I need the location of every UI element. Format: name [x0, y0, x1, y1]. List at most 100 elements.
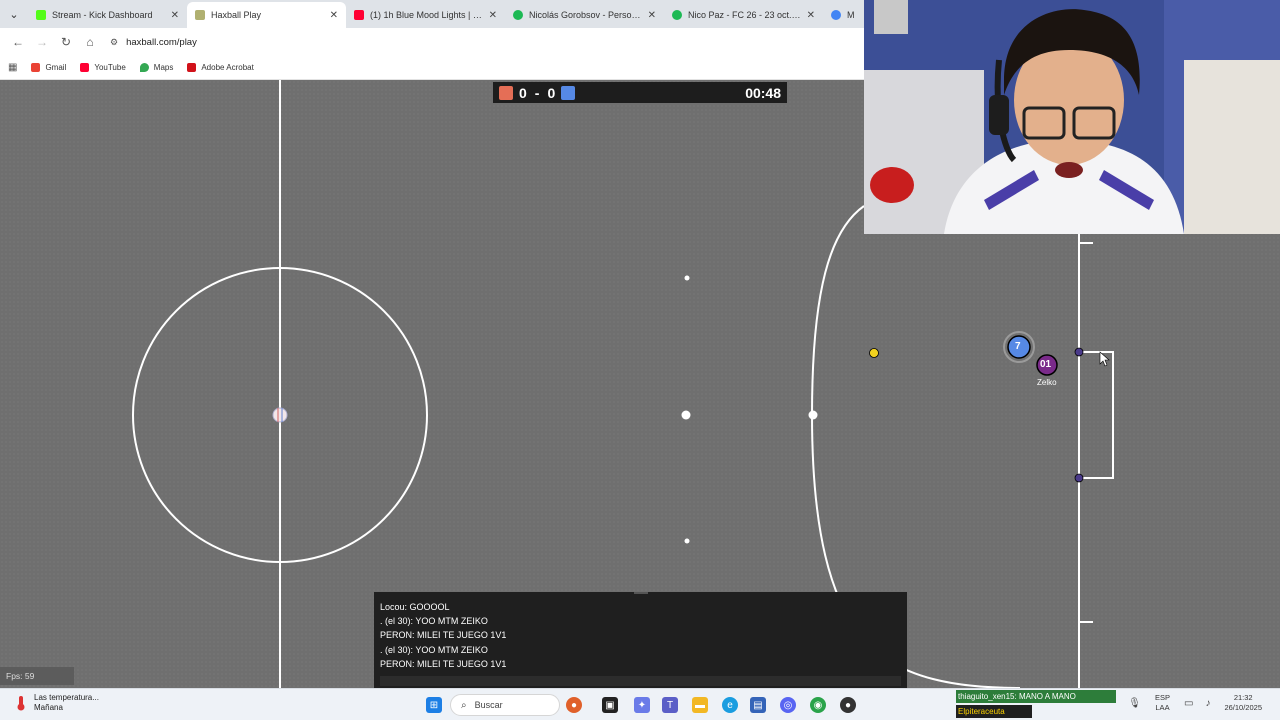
system-tray: 🎙 ESP LAA ▭ ♪ 21:32 26/10/2025	[1122, 693, 1270, 713]
browser-tab-1[interactable]: Haxball Play ✕	[187, 2, 346, 28]
weather-line-2: Mañana	[34, 703, 63, 712]
clock-time: 21:32	[1233, 693, 1253, 702]
language-indicator[interactable]: ESP LAA	[1155, 693, 1170, 713]
field-dot	[684, 275, 690, 281]
apps-grid-icon[interactable]: ▦	[8, 62, 17, 73]
home-icon[interactable]: ⌂	[78, 30, 102, 54]
kick-icon	[36, 10, 46, 20]
copilot-icon[interactable]: ✦	[634, 697, 650, 713]
file-explorer-icon[interactable]: ▬	[692, 697, 708, 713]
red-team-indicator	[499, 85, 513, 100]
url-text: haxball.com/play	[126, 36, 197, 48]
scoreboard: 0 - 0 00:48	[493, 82, 787, 103]
maps-icon	[139, 63, 149, 72]
chat-message: . (el 30): YOO MTM ZEIKO	[380, 616, 488, 627]
game-ball	[869, 348, 879, 358]
chat-message: . (el 30): YOO MTM ZEIKO	[380, 644, 488, 655]
haxball-icon	[195, 10, 205, 20]
edge-icon[interactable]: e	[722, 697, 738, 713]
blue-team-indicator	[561, 85, 576, 100]
widgets-icon[interactable]: ●	[566, 697, 582, 713]
search-icon: ⌕	[461, 699, 467, 711]
browser-tab-4[interactable]: Nico Paz - FC 26 - 23 oct. 2025 ✕	[664, 2, 823, 28]
browser-tab-2[interactable]: (1) 1h Blue Mood Lights | Radio ✕	[346, 2, 505, 28]
goal-post-top	[1074, 347, 1084, 357]
goal-post-bottom	[1074, 473, 1084, 483]
browser-tab-bar: ⌄ Stream - Kick Dashboard ✕ Haxball Play…	[0, 0, 864, 28]
bookmark-label: Adobe Acrobat	[201, 63, 254, 72]
discord-icon[interactable]: ◎	[780, 697, 796, 713]
bookmark-maps[interactable]: Maps	[139, 63, 174, 72]
obs-icon[interactable]: ●	[840, 697, 856, 713]
red-score: 0	[519, 84, 527, 101]
youtube-icon	[354, 10, 364, 20]
bookmark-youtube[interactable]: YouTube	[80, 63, 126, 72]
player-name-label: Zelko	[1037, 378, 1057, 387]
weather-widget[interactable]: Las temperatura... Mañana	[14, 693, 99, 713]
close-icon[interactable]: ✕	[489, 10, 497, 21]
chat-message: PERON: MILEI TE JUEGO 1V1	[380, 630, 507, 641]
youtube-icon	[80, 63, 90, 72]
stream-chat-line: Elpiteraceuta	[956, 705, 1032, 718]
bookmark-acrobat[interactable]: Adobe Acrobat	[187, 63, 254, 72]
tab-label: Stream - Kick Dashboard	[52, 10, 153, 20]
stream-chat-overlay: thiaguito_xen15: MANO A MANO Elpiteraceu…	[956, 688, 1116, 720]
bookmark-gmail[interactable]: Gmail	[31, 63, 66, 72]
browser-tab-0[interactable]: Stream - Kick Dashboard ✕	[28, 2, 187, 28]
windows-start-icon[interactable]: ⊞	[426, 697, 442, 713]
gmail-icon	[31, 63, 41, 72]
google-icon	[831, 10, 841, 20]
lang-line-1: ESP	[1154, 693, 1170, 702]
tab-label: Nico Paz - FC 26 - 23 oct. 2025	[688, 10, 801, 20]
clock-date: 26/10/2025	[1224, 703, 1262, 712]
teams-icon[interactable]: T	[662, 697, 678, 713]
thermometer-icon	[14, 695, 28, 711]
bookmark-label: Maps	[153, 63, 174, 72]
tab-label: Nicolás Gorobsov - Personaliza...	[529, 10, 642, 20]
bookmark-label: YouTube	[94, 63, 126, 72]
close-icon[interactable]: ✕	[648, 10, 656, 21]
green-circle-icon	[672, 10, 682, 20]
store-icon[interactable]: ▤	[750, 697, 766, 713]
reload-icon[interactable]: ↻	[54, 30, 78, 54]
address-bar[interactable]: ⚙ haxball.com/play	[110, 31, 864, 53]
ball	[272, 407, 288, 423]
lang-line-2: LAA	[1155, 703, 1170, 712]
back-arrow-icon[interactable]: ←	[6, 30, 30, 54]
field-dot	[684, 538, 690, 544]
match-timer: 00:48	[745, 84, 781, 101]
bookmarks-bar: ▦ Gmail YouTube Maps Adobe Acrobat	[0, 56, 864, 80]
chrome-icon[interactable]: ◉	[810, 697, 826, 713]
weather-line-1: Las temperatura...	[34, 693, 99, 702]
mic-icon[interactable]: 🎙	[1128, 698, 1141, 709]
taskbar-search[interactable]: ⌕ Buscar	[450, 694, 560, 716]
mouse-cursor-icon	[1099, 351, 1110, 367]
tab-label: Haxball Play	[211, 10, 262, 20]
green-circle-icon	[513, 10, 523, 20]
player-blue-number: 7	[1015, 341, 1021, 352]
tab-label: (1) 1h Blue Mood Lights | Radio	[370, 10, 483, 20]
site-info-icon[interactable]: ⚙	[110, 37, 118, 48]
chat-resize-handle[interactable]	[634, 592, 648, 594]
tab-search-icon[interactable]: ⌄	[0, 0, 28, 28]
volume-icon[interactable]: ♪	[1205, 698, 1210, 709]
search-placeholder: Buscar	[474, 700, 503, 710]
close-icon[interactable]: ✕	[330, 10, 338, 21]
task-view-icon[interactable]: ▣	[602, 697, 618, 713]
forward-arrow-icon[interactable]: →	[30, 30, 54, 54]
chat-message: PERON: MILEI TE JUEGO 1V1	[380, 658, 507, 669]
browser-tab-5[interactable]: MAST	[823, 2, 863, 28]
browser-tab-3[interactable]: Nicolás Gorobsov - Personaliza... ✕	[505, 2, 664, 28]
network-icon[interactable]: ▭	[1184, 698, 1193, 709]
clock[interactable]: 21:32 26/10/2025	[1224, 693, 1262, 713]
chat-input[interactable]	[380, 676, 901, 686]
webcam-feed	[864, 0, 1280, 234]
goal-net	[1079, 351, 1114, 479]
close-icon[interactable]: ✕	[171, 10, 179, 21]
score-separator: -	[534, 84, 540, 101]
bookmark-label: Gmail	[45, 63, 67, 72]
acrobat-icon	[187, 63, 197, 72]
webcam-overlay	[864, 0, 1280, 234]
close-icon[interactable]: ✕	[807, 10, 815, 21]
chat-box: Locou: GOOOOL . (el 30): YOO MTM ZEIKO P…	[374, 592, 907, 688]
